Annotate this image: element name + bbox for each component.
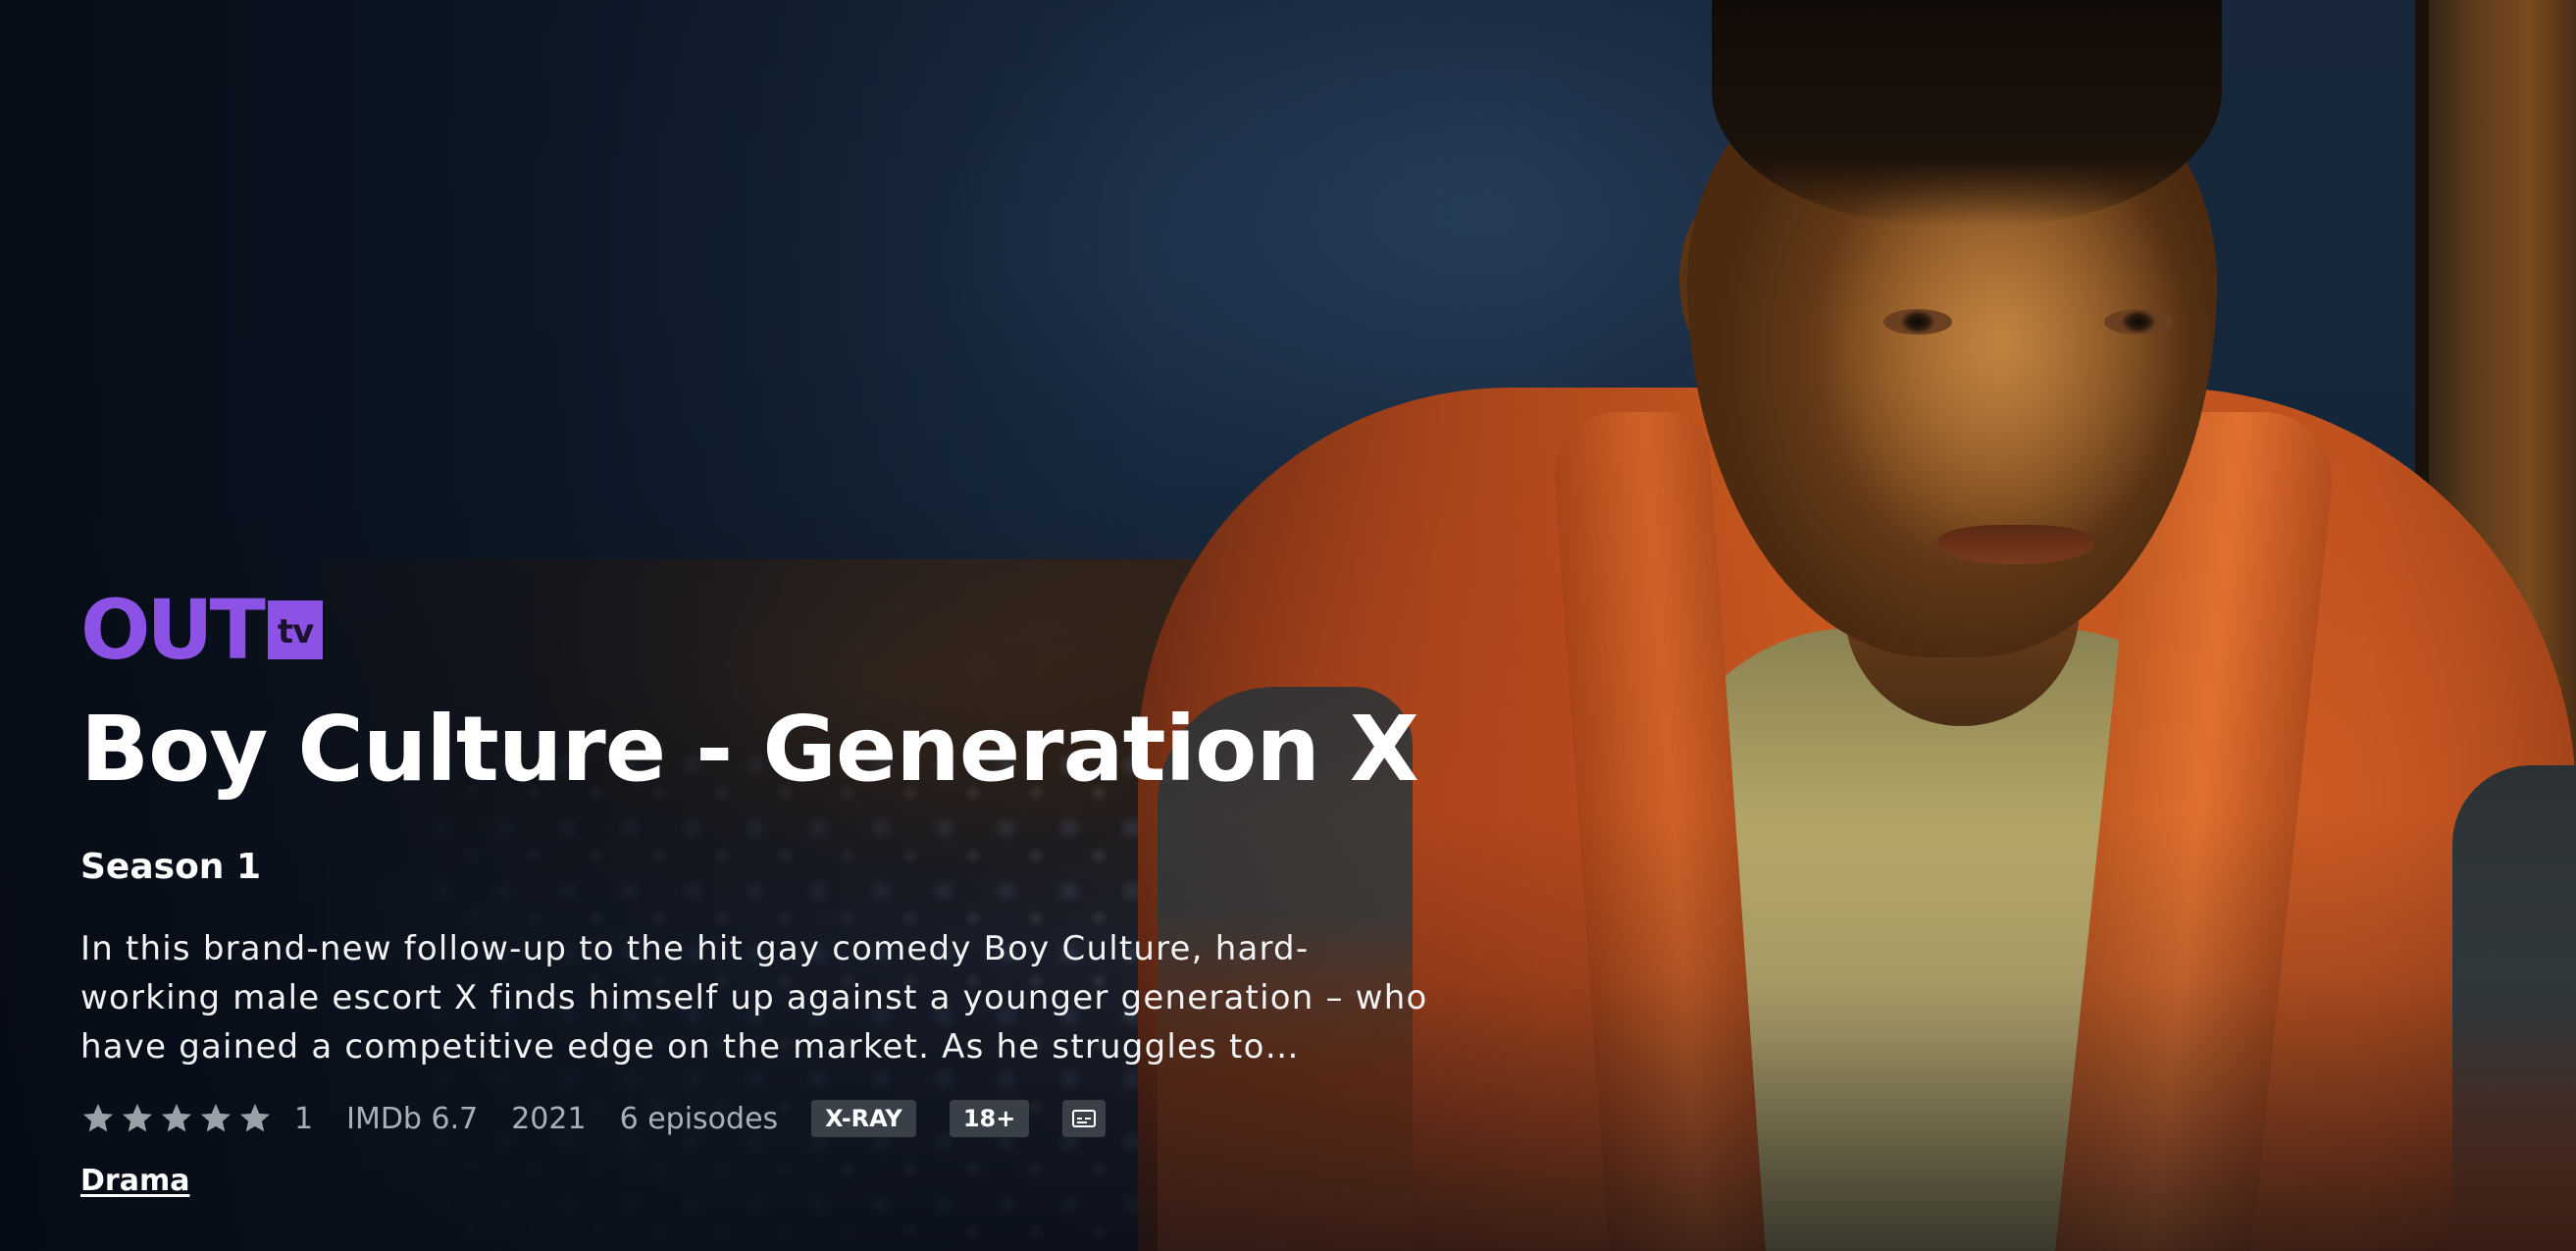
- episode-count: 6 episodes: [619, 1101, 779, 1136]
- star-icon: [201, 1104, 231, 1132]
- season-label: Season 1: [80, 847, 262, 887]
- star-icon: [83, 1104, 113, 1132]
- star-icon: [123, 1104, 152, 1132]
- age-rating-badge: 18+: [949, 1100, 1030, 1137]
- star-icon: [162, 1104, 191, 1132]
- show-title: Boy Culture - Generation X: [80, 697, 1419, 802]
- star-rating[interactable]: [80, 1101, 277, 1136]
- star-icon: [240, 1104, 270, 1132]
- xray-badge: X-RAY: [811, 1100, 916, 1137]
- provider-logo-text: OUT: [80, 582, 266, 678]
- imdb-rating: IMDb 6.7: [346, 1101, 479, 1136]
- provider-logo[interactable]: OUT tv: [80, 582, 1454, 678]
- title-details: OUT tv Boy Culture - Generation X Season…: [80, 589, 1454, 1201]
- metadata-row: 1 IMDb 6.7 2021 6 episodes X-RAY 18+: [80, 1095, 1454, 1142]
- synopsis: In this brand-new follow-up to the hit g…: [80, 929, 1428, 1067]
- provider-logo-suffix: tv: [267, 600, 324, 659]
- rating-count: 1: [294, 1101, 314, 1136]
- genre-link-drama[interactable]: Drama: [80, 1164, 189, 1198]
- release-year: 2021: [511, 1101, 587, 1136]
- hero-banner: OUT tv Boy Culture - Generation X Season…: [0, 0, 2576, 1251]
- subtitles-icon: [1062, 1100, 1107, 1137]
